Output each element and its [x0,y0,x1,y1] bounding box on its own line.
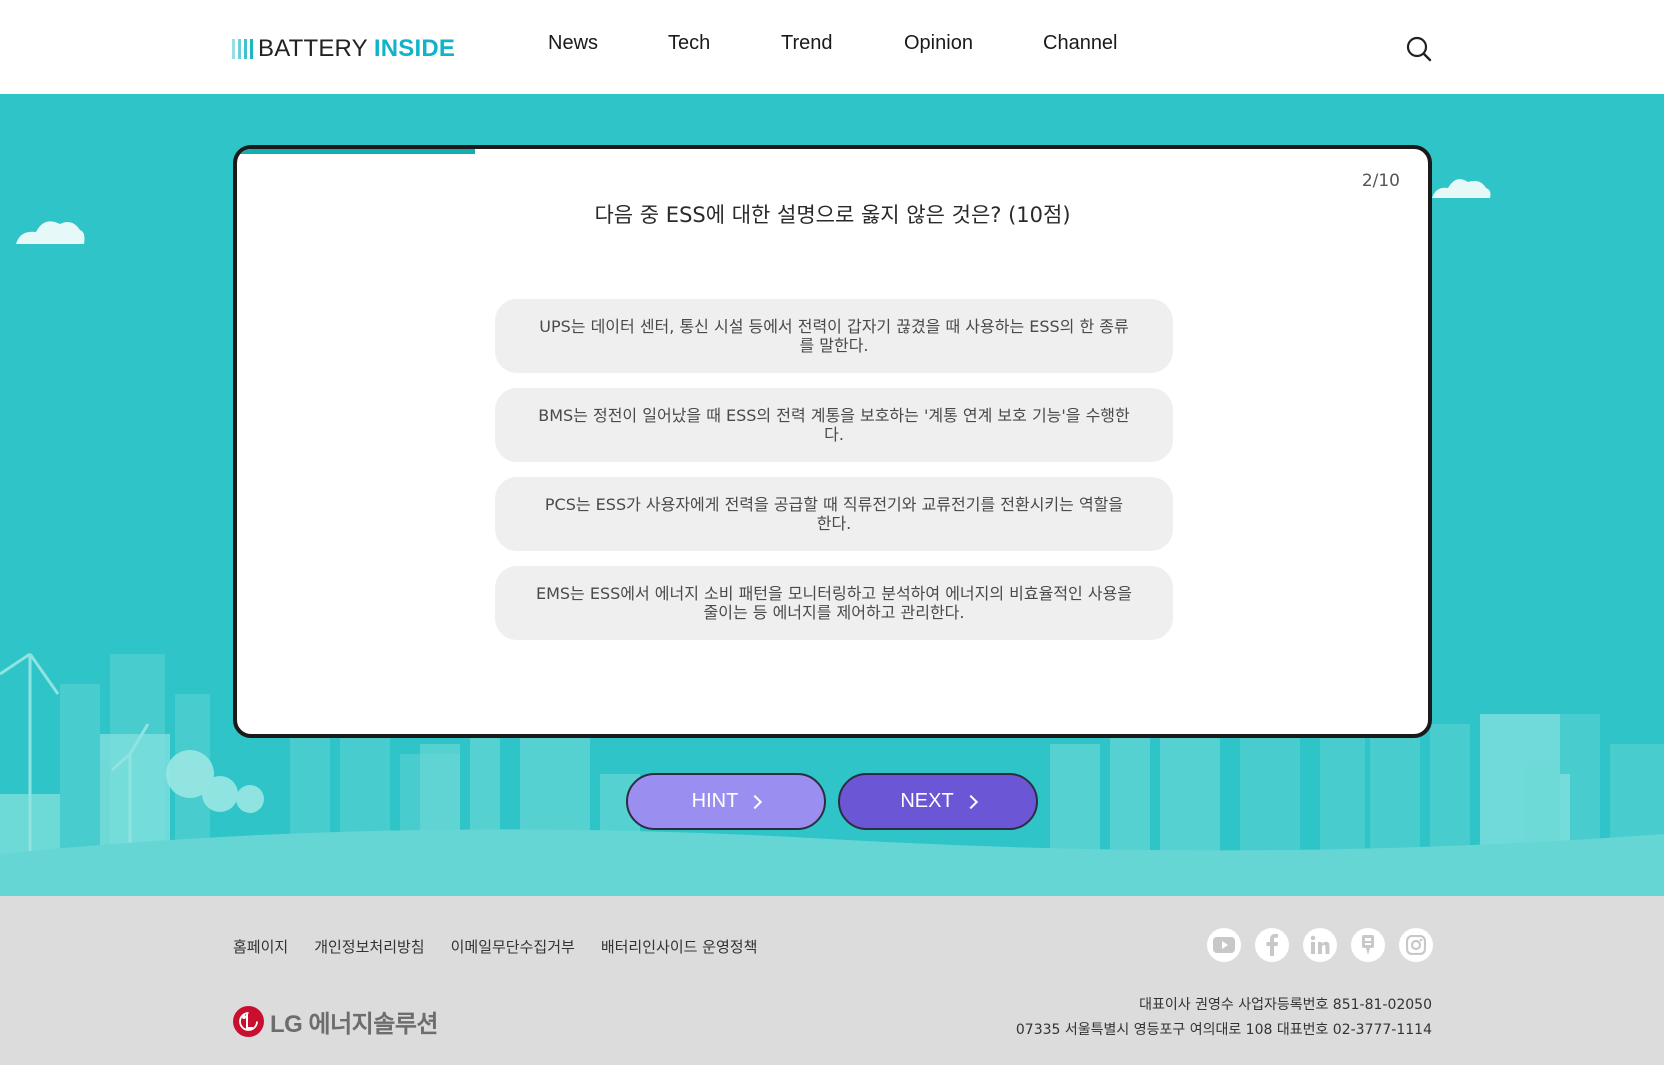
lg-brand-text: LG 에너지솔루션 [270,1011,438,1038]
logo-text-battery: BATTERY [258,35,368,62]
corporate-info: 대표이사 권영수 사업자등록번호 851-81-02050 07335 서울특별… [1016,993,1432,1043]
corp-info-line: 07335 서울특별시 영등포구 여의대로 108 대표번호 02-3777-1… [1015,1022,1432,1038]
nav-item-tech[interactable]: Tech [668,32,710,55]
quiz-card: 2/10 다음 중 ESS에 대한 설명으로 옳지 않은 것은? (10점) U… [233,145,1432,738]
hint-button-label: HINT [691,790,739,812]
footer-links: 홈페이지 개인정보처리방침 이메일무단수집거부 배터리인사이드 운영정책 [233,936,757,957]
corp-info-line: 대표이사 권영수 사업자등록번호 851-81-02050 [1139,997,1432,1013]
question-counter: 2/10 [1361,171,1400,191]
answer-option[interactable]: PCS는 ESS가 사용자에게 전력을 공급할 때 직류전기와 교류전기를 전환… [495,477,1173,551]
lg-energy-solution-logo[interactable]: LG 에너지솔루션 [233,1004,438,1039]
blog-icon[interactable] [1351,928,1385,962]
instagram-icon[interactable] [1399,928,1433,962]
nav-item-channel[interactable]: Channel [1043,32,1118,55]
hint-button[interactable]: HINT [626,773,826,830]
footer-link-privacy[interactable]: 개인정보처리방침 [314,936,424,957]
answer-option[interactable]: EMS는 ESS에서 에너지 소비 패턴을 모니터링하고 분석하여 에너지의 비… [495,566,1173,640]
youtube-icon[interactable] [1207,928,1241,962]
nav-item-opinion[interactable]: Opinion [904,32,973,55]
linkedin-icon[interactable] [1303,928,1337,962]
footer-link-homepage[interactable]: 홈페이지 [233,936,288,957]
nav-item-news[interactable]: News [548,32,598,55]
footer-link-email-policy[interactable]: 이메일무단수집거부 [451,936,575,957]
facebook-icon[interactable] [1255,928,1289,962]
lg-symbol-icon [233,1006,264,1037]
answer-option[interactable]: UPS는 데이터 센터, 통신 시설 등에서 전력이 갑자기 끊겼을 때 사용하… [495,299,1173,373]
question-text: 다음 중 ESS에 대한 설명으로 옳지 않은 것은? (10점) [594,203,1071,227]
next-button-label: NEXT [900,790,954,812]
social-links [1207,928,1433,962]
answer-options: UPS는 데이터 센터, 통신 시설 등에서 전력이 갑자기 끊겼을 때 사용하… [495,299,1173,655]
search-icon[interactable] [1405,35,1433,63]
chevron-right-icon [748,794,763,809]
chevron-right-icon [963,794,978,809]
logo-text-inside: INSIDE [373,35,456,62]
answer-option[interactable]: BMS는 정전이 일어났을 때 ESS의 전력 계통을 보호하는 '계통 연계 … [495,388,1173,462]
quiz-progress-fill [237,149,476,154]
nav-item-trend[interactable]: Trend [781,32,833,55]
battery-inside-logo[interactable]: BATTERY INSIDE [232,34,455,64]
next-button[interactable]: NEXT [838,773,1038,830]
site-header: BATTERY INSIDE News Tech Trend Opinion C… [0,0,1664,94]
site-footer: 홈페이지 개인정보처리방침 이메일무단수집거부 배터리인사이드 운영정책 LG … [0,896,1664,1065]
quiz-progress-bar [237,149,1428,154]
footer-link-operation-policy[interactable]: 배터리인사이드 운영정책 [601,936,758,957]
logo-bars-icon [232,39,253,59]
